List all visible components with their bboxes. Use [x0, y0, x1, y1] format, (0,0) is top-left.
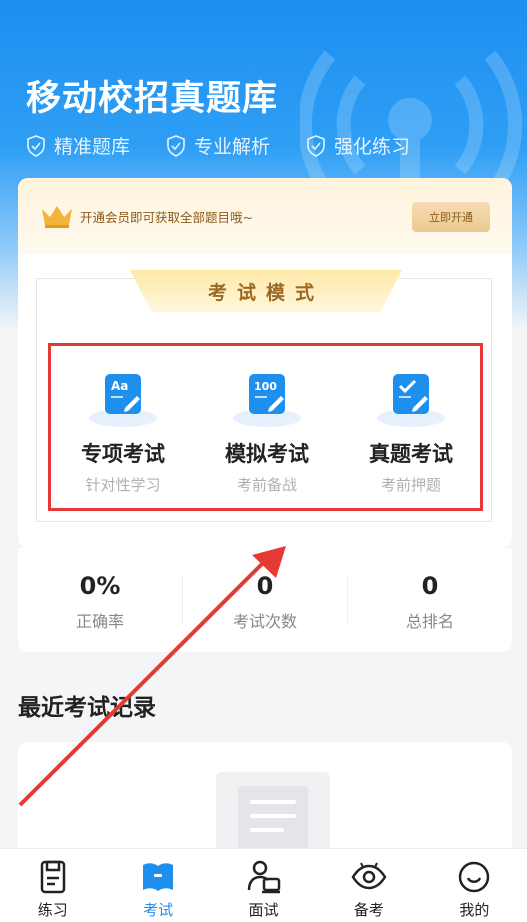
shield-check-icon: [307, 134, 325, 157]
mode-desc: 针对性学习: [85, 476, 161, 494]
mode-item-mock[interactable]: 100 模拟考试 考前备战: [197, 370, 337, 495]
exam-book-icon: [143, 863, 174, 891]
feature-item: 专业解析: [166, 132, 270, 159]
tab-label: 考试: [143, 901, 174, 919]
exam-mode-title: 考试模式: [130, 270, 402, 312]
mode-name: 专项考试: [81, 442, 165, 466]
score-100-icon: 100: [233, 374, 301, 427]
tab-label: 练习: [37, 901, 68, 919]
stat-accuracy: 0% 正确率: [18, 572, 182, 632]
crown-icon: [42, 206, 72, 228]
tab-label: 备考: [353, 901, 384, 919]
mode-item-special[interactable]: Aa 专项考试 针对性学习: [53, 370, 193, 495]
tab-practice[interactable]: 练习: [0, 849, 105, 922]
bottom-tab-bar: 练习 考试 面试 备考 我的: [0, 848, 527, 922]
empty-document-icon: [216, 772, 330, 862]
tab-exam[interactable]: 考试: [105, 849, 210, 922]
feature-label: 精准题库: [54, 136, 131, 158]
mode-name: 真题考试: [369, 442, 453, 466]
shield-check-icon: [167, 134, 185, 157]
exam-card: 开通会员即可获取全部题目哦~ 立即开通 考试模式 Aa 专项考试 针对性学习 1…: [18, 178, 512, 548]
feature-list: 精准题库 专业解析 强化练习: [26, 132, 446, 159]
check-icon: [377, 374, 445, 427]
interview-icon: [247, 860, 280, 894]
stat-label: 考试次数: [232, 612, 297, 631]
stat-value: 0%: [79, 572, 121, 600]
tab-prepare[interactable]: 备考: [316, 849, 421, 922]
mode-item-real[interactable]: 真题考试 考前押题: [341, 370, 481, 495]
feature-label: 强化练习: [334, 136, 411, 158]
recent-records-panel: [18, 742, 512, 862]
open-vip-button[interactable]: 立即开通: [412, 202, 490, 232]
exam-mode-list: Aa 专项考试 针对性学习 100 模拟考试 考前备战 真题考试 考前押题: [48, 343, 483, 511]
tab-mine[interactable]: 我的: [422, 849, 527, 922]
aa-icon: Aa: [89, 374, 157, 427]
vip-text: 开通会员即可获取全部题目哦~: [80, 210, 253, 225]
feature-item: 精准题库: [26, 132, 130, 159]
mode-desc: 考前备战: [236, 476, 297, 494]
stat-value: 0: [256, 572, 274, 600]
eye-icon: [351, 862, 387, 890]
svg-text:100: 100: [254, 380, 277, 393]
stat-rank: 0 总排名: [348, 572, 512, 632]
stat-value: 0: [421, 572, 439, 600]
recent-records-title: 最近考试记录: [18, 695, 156, 721]
stat-exam-count: 0 考试次数: [183, 572, 347, 632]
tab-interview[interactable]: 面试: [211, 849, 316, 922]
app-title: 移动校招真题库: [26, 79, 279, 119]
mode-desc: 考前押题: [380, 476, 441, 494]
mode-name: 模拟考试: [225, 442, 309, 466]
vip-banner[interactable]: 开通会员即可获取全部题目哦~ 立即开通: [18, 178, 512, 254]
stat-label: 总排名: [405, 612, 454, 631]
feature-label: 专业解析: [194, 136, 271, 158]
stat-label: 正确率: [75, 612, 124, 631]
feature-item: 强化练习: [306, 132, 410, 159]
shield-check-icon: [27, 134, 45, 157]
tab-label: 面试: [248, 901, 279, 919]
practice-icon: [40, 860, 65, 894]
smile-icon: [459, 861, 490, 893]
stats-panel: 0% 正确率 0 考试次数 0 总排名: [18, 548, 512, 652]
svg-text:Aa: Aa: [111, 379, 128, 393]
tab-label: 我的: [459, 901, 490, 919]
